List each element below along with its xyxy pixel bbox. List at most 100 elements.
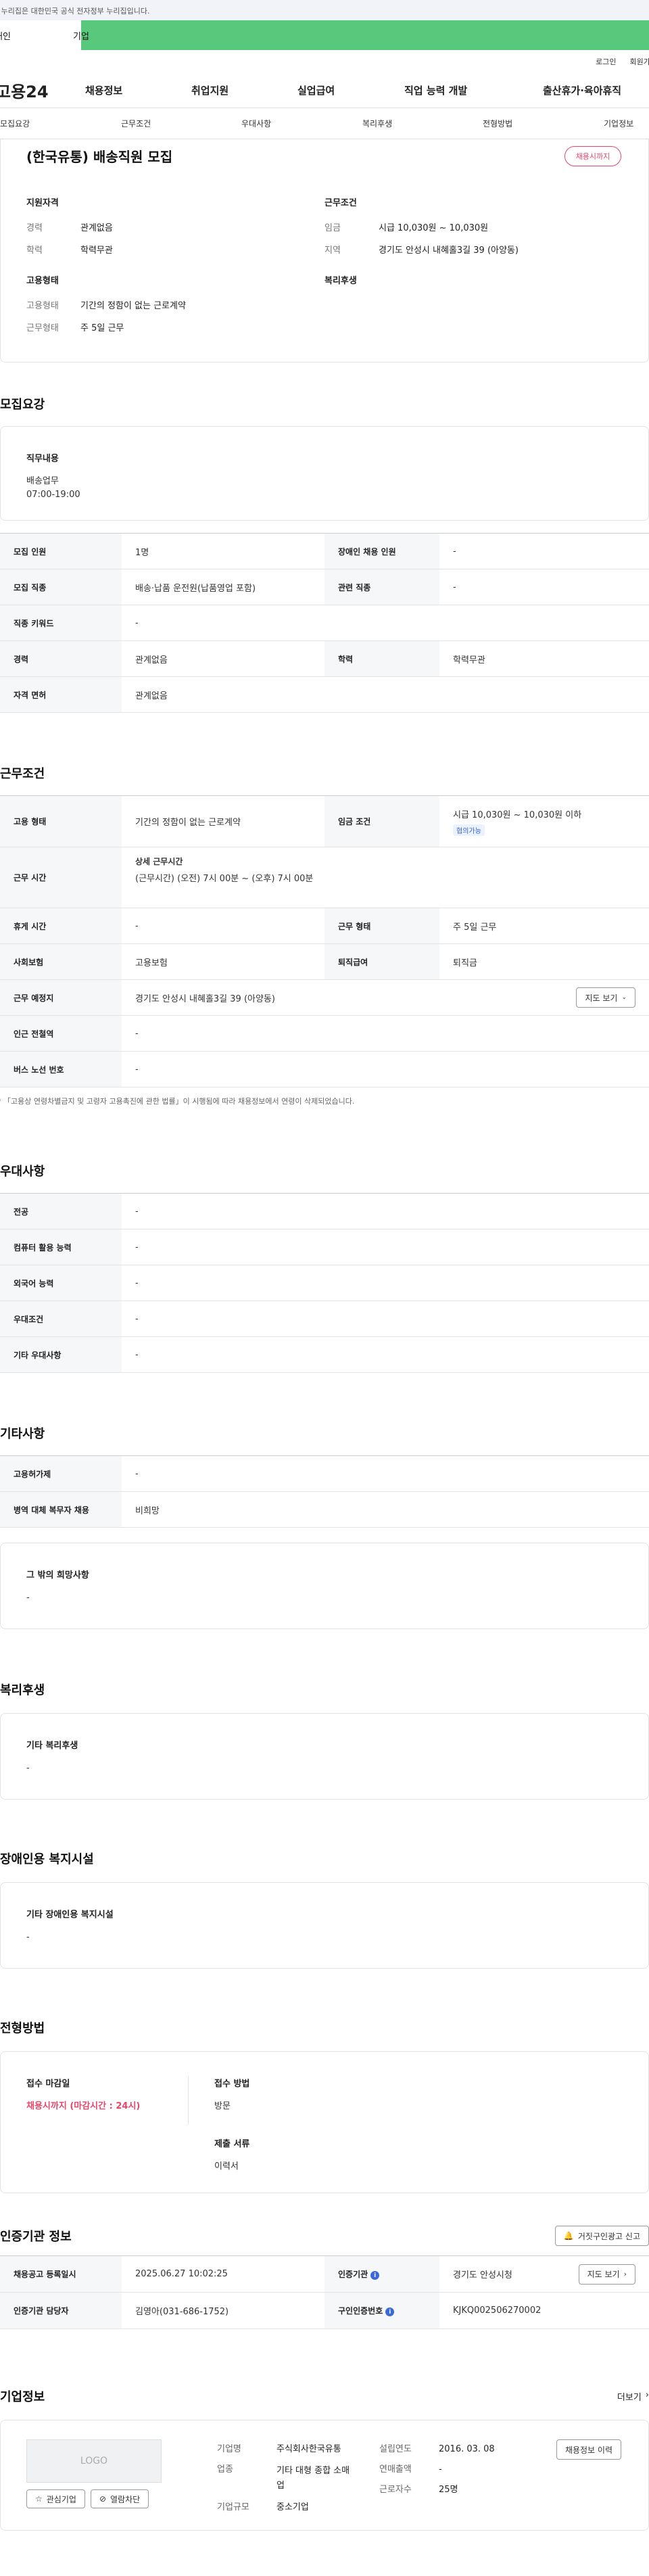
chevron-right-icon: › <box>645 2389 649 2400</box>
cell-label: 경력 <box>0 640 122 677</box>
cell-label: 근무 예정지 <box>0 979 122 1016</box>
info-icon[interactable]: i <box>370 2271 380 2280</box>
founded-label: 설립연도 <box>379 2444 412 2454</box>
welfare-section-title: 복리후생 <box>0 1683 45 1697</box>
nav-parental-leave[interactable]: 출산휴가·육아휴직 <box>543 83 621 97</box>
anchor-selection[interactable]: 전형방법 <box>483 118 512 129</box>
wage-value: 시급 10,030원 ~ 10,030원 이하 <box>453 810 582 820</box>
chevron-down-icon: ⌄ <box>621 994 627 1001</box>
pref-table: 전공 - 컴퓨터 활용 능력 - 외국어 능력 - 우대조건 - 기타 우대사항 - <box>0 1193 649 1373</box>
cell-value: 학력무관 <box>439 640 649 677</box>
anchor-welfare[interactable]: 복리후생 <box>362 118 392 129</box>
company-section-title: 기업정보 <box>0 2390 45 2404</box>
cell-label: 채용공고 등록일시 <box>0 2255 122 2293</box>
block-view-label: 열람차단 <box>110 2494 141 2504</box>
etc-table: 고용허가제 - 병역 대체 복무자 채용 비희망 <box>0 1455 649 1528</box>
etc-wish-heading: 그 밖의 희망사항 <box>26 1570 89 1580</box>
nav-job-training[interactable]: 직업 능력 개발 <box>404 83 467 97</box>
cell-value: - <box>122 605 649 641</box>
cell-label: 근무 시간 <box>0 847 122 908</box>
block-icon: ⊘ <box>99 2494 106 2504</box>
cell-value: 김영아(031-686-1752) <box>122 2292 324 2329</box>
cell-label: 근무 형태 <box>324 908 439 944</box>
anchor-work[interactable]: 근무조건 <box>121 118 151 129</box>
cell-label: 버스 노선 번호 <box>0 1051 122 1087</box>
hours-value: (근무시간) (오전) 7시 00분 ~ (오후) 7시 00분 <box>135 874 314 884</box>
duty-line: 배송업무 <box>26 476 59 486</box>
emp-label: 근무형태 <box>26 323 59 333</box>
duty-line: 07:00-19:00 <box>26 490 80 500</box>
cell-value: 배송·납품 운전원(납품영업 포함) <box>122 569 324 605</box>
table-row: 휴게 시간 - 근무 형태 주 5일 근무 <box>0 908 649 944</box>
pref-section-title: 우대사항 <box>0 1165 45 1179</box>
company-header: 기업정보 더보기 › <box>0 2387 649 2405</box>
disabled-box-value: - <box>26 1932 30 1942</box>
agency-header: 인증기관 정보 🔔 거짓구인광고 신고 <box>0 2226 649 2246</box>
table-row: 버스 노선 번호 - <box>0 1051 649 1087</box>
duty-heading: 직무내용 <box>26 454 59 464</box>
map-view-button[interactable]: 지도 보기 ⌄ <box>576 987 635 1008</box>
qual-label: 경력 <box>26 223 43 233</box>
cell-value: KJKQ002506270002 <box>439 2292 649 2329</box>
nav-employment-support[interactable]: 취업지원 <box>191 83 229 97</box>
method-heading: 접수 방법 <box>214 2079 250 2089</box>
anchor-pref[interactable]: 우대사항 <box>241 118 271 129</box>
agency-section-title: 인증기관 정보 <box>0 2230 72 2244</box>
signup-link[interactable]: 회원가입 <box>630 56 649 67</box>
block-view-button[interactable]: ⊘ 열람차단 <box>90 2489 149 2508</box>
nav-jobs[interactable]: 채용정보 <box>85 83 122 97</box>
interest-company-label: 관심기업 <box>46 2494 76 2504</box>
qual-value: 관계없음 <box>80 223 113 233</box>
nav-unemployment-benefit[interactable]: 실업급여 <box>297 83 335 97</box>
cell-value: - <box>122 1301 649 1337</box>
tab-company[interactable]: 기업 <box>73 20 154 50</box>
hours-heading: 상세 근무시간 <box>135 857 183 866</box>
cell-value: - <box>122 1265 649 1301</box>
founded-value: 2016. 03. 08 <box>439 2444 495 2454</box>
report-fake-ad-button[interactable]: 🔔 거짓구인광고 신고 <box>554 2226 649 2246</box>
bell-icon: 🔔 <box>563 2231 574 2241</box>
anchor-recruit[interactable]: 모집요강 <box>0 118 30 129</box>
cell-value: - <box>122 1229 649 1265</box>
info-icon[interactable]: i <box>385 2308 395 2317</box>
recruit-history-label: 채용정보 이력 <box>564 2445 612 2455</box>
industry-value: 기타 대형 종합 소매업 <box>277 2465 350 2491</box>
interest-company-button[interactable]: ☆ 관심기업 <box>26 2489 85 2508</box>
method-value: 방문 <box>214 2101 231 2111</box>
agency-table: 채용공고 등록일시 2025.06.27 10:02:25 인증기관 i 경기도 … <box>0 2255 649 2329</box>
selection-section-title: 전형방법 <box>0 2021 45 2036</box>
login-link[interactable]: 로그인 <box>596 56 616 67</box>
anchor-company[interactable]: 기업정보 <box>604 118 633 129</box>
table-row: 경력 관계없음 학력 학력무관 <box>0 640 649 677</box>
welfare-heading: 복리후생 <box>324 276 357 286</box>
recruit-history-button[interactable]: 채용정보 이력 <box>556 2439 621 2460</box>
cell-label: 외국어 능력 <box>0 1265 122 1301</box>
cell-label: 전공 <box>0 1193 122 1230</box>
age-notice: * 「고용상 연령차별금지 및 고령자 고용촉진에 관한 법률」이 시행됨에 따… <box>0 1097 355 1106</box>
work-table: 고용 형태 기간의 정함이 없는 근로계약 임금 조건 시급 10,030원 ~… <box>0 795 649 1087</box>
table-row: 사회보험 고용보험 퇴직급여 퇴직금 <box>0 943 649 980</box>
job-summary-card: (한국유통) 배송직원 모집 채용시까지 지원자격 경력 관계없음 학력 학력무관 … <box>0 139 649 362</box>
emp-value: 주 5일 근무 <box>80 323 124 333</box>
cell-label: 사회보험 <box>0 943 122 980</box>
cell-value: - <box>439 569 649 605</box>
etc-wish-value: - <box>26 1593 30 1603</box>
org-value: 경기도 안성시청 <box>453 2270 512 2280</box>
qualification-heading: 지원자격 <box>26 198 59 208</box>
emp-value: 기간의 정함이 없는 근로계약 <box>80 301 186 311</box>
cell-value: - <box>122 1015 649 1052</box>
table-row: 채용공고 등록일시 2025.06.27 10:02:25 인증기관 i 경기도 … <box>0 2255 649 2293</box>
agency-map-button[interactable]: 지도 보기 › <box>578 2264 635 2285</box>
main-nav: 고용24 채용정보 취업지원 실업급여 직업 능력 개발 출산휴가·육아휴직 <box>0 73 649 108</box>
etc-section-title: 기타사항 <box>0 1427 45 1441</box>
tab-personal[interactable]: 개인 <box>0 20 81 50</box>
company-more-link[interactable]: 더보기 › <box>617 2390 649 2403</box>
place-value: 경기도 안성시 내혜홀3길 39 (아양동) <box>135 993 275 1004</box>
cell-label: 고용허가제 <box>0 1455 122 1492</box>
gov-banner-text: 이 누리집은 대한민국 공식 전자정부 누리집입니다. <box>0 7 150 16</box>
cell-label: 장애인 채용 인원 <box>324 533 439 569</box>
job-title: (한국유통) 배송직원 모집 <box>26 149 173 165</box>
etc-wish-box: 그 밖의 희망사항 - <box>0 1543 649 1629</box>
site-logo[interactable]: 고용24 <box>0 78 80 102</box>
company-logo-placeholder: LOGO <box>26 2439 162 2483</box>
